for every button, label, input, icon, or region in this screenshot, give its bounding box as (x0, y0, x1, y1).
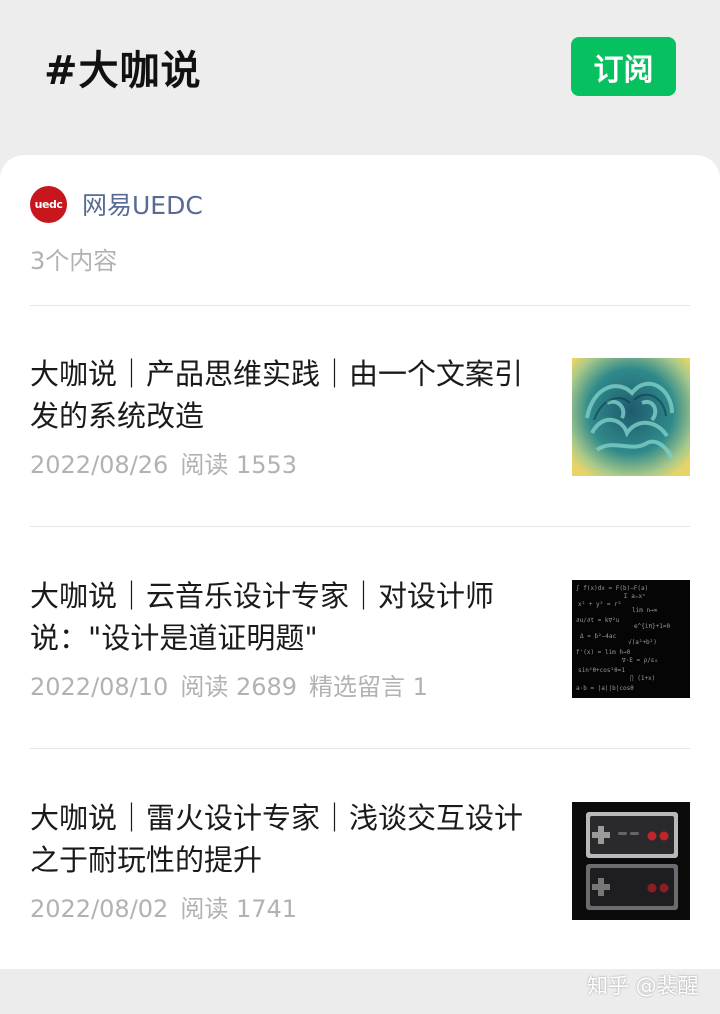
article-date: 2022/08/02 (30, 895, 169, 923)
svg-text:Δ = b²−4ac: Δ = b²−4ac (580, 633, 617, 640)
divider (30, 526, 690, 527)
author-name[interactable]: 网易UEDC (82, 186, 203, 222)
header: #大咖说 订阅 (0, 0, 720, 155)
svg-text:√(a²+b²): √(a²+b²) (628, 639, 657, 646)
article-item[interactable]: 大咖说｜产品思维实践｜由一个文案引发的系统改造 2022/08/26 阅读 155… (0, 353, 720, 573)
article-date: 2022/08/26 (30, 451, 169, 479)
article-reads: 阅读 1553 (180, 451, 298, 479)
article-reads: 阅读 1741 (180, 895, 298, 923)
svg-text:sin²θ+cos²θ=1: sin²θ+cos²θ=1 (578, 667, 625, 674)
content-card: uedc 网易UEDC 3个内容 大咖说｜产品思维实践｜由一个文案引发的系统改造… (0, 155, 720, 969)
svg-text:∂u/∂t = k∇²u: ∂u/∂t = k∇²u (576, 617, 620, 624)
svg-text:∇·E = ρ/ε₀: ∇·E = ρ/ε₀ (621, 657, 658, 664)
svg-text:∏ (1+x): ∏ (1+x) (630, 675, 655, 682)
svg-text:e^{iπ}+1=0: e^{iπ}+1=0 (634, 623, 671, 630)
article-item[interactable]: 大咖说｜云音乐设计专家｜对设计师说："设计是道证明题" 2022/08/10 阅读… (0, 575, 720, 795)
author-link[interactable]: uedc 网易UEDC (30, 185, 203, 223)
subscribe-button[interactable]: 订阅 (571, 37, 676, 96)
watermark: 知乎 @裴醒 (587, 974, 699, 998)
article-title[interactable]: 大咖说｜产品思维实践｜由一个文案引发的系统改造 (30, 353, 530, 437)
divider (30, 305, 690, 306)
svg-text:a·b = |a||b|cosθ: a·b = |a||b|cosθ (576, 685, 634, 692)
article-meta: 2022/08/02 阅读 1741 (30, 889, 309, 924)
article-meta: 2022/08/10 阅读 2689 精选留言 1 (30, 667, 440, 702)
divider (30, 748, 690, 749)
svg-text:∫ f(x)dx = F(b)−F(a): ∫ f(x)dx = F(b)−F(a) (576, 584, 648, 592)
page-title: #大咖说 (44, 48, 202, 94)
article-reads: 阅读 2689 (180, 673, 298, 701)
game-controller-icon[interactable] (572, 802, 690, 920)
content-count: 3个内容 (30, 247, 118, 275)
math-formula-chalkboard-icon[interactable]: ∫ f(x)dx = F(b)−F(a) Σ aₙxⁿ x² + y² = r²… (572, 580, 690, 698)
avatar: uedc (30, 185, 67, 223)
featured-comments: 精选留言 1 (309, 673, 428, 701)
article-meta: 2022/08/26 阅读 1553 (30, 445, 309, 480)
svg-text:f'(x) = lim h→0: f'(x) = lim h→0 (576, 649, 631, 656)
svg-text:x² + y² = r²: x² + y² = r² (578, 601, 621, 608)
svg-text:Σ aₙxⁿ: Σ aₙxⁿ (624, 593, 646, 600)
article-date: 2022/08/10 (30, 673, 169, 701)
article-title[interactable]: 大咖说｜雷火设计专家｜浅谈交互设计之于耐玩性的提升 (30, 797, 530, 881)
article-title[interactable]: 大咖说｜云音乐设计专家｜对设计师说："设计是道证明题" (30, 575, 530, 659)
svg-text:lim n→∞: lim n→∞ (632, 607, 658, 614)
brain-illustration-icon[interactable] (572, 358, 690, 476)
